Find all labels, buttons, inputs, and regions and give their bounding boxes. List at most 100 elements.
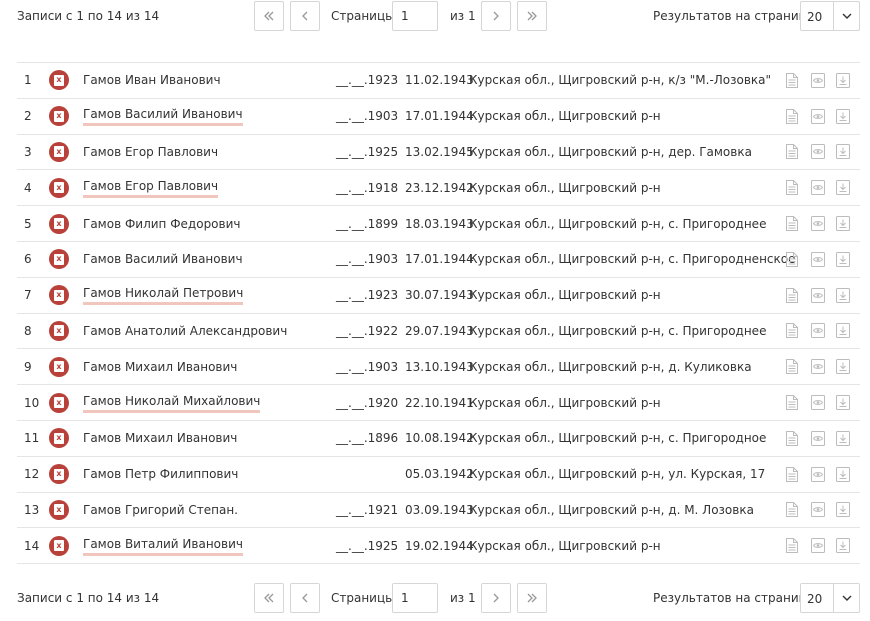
download-icon[interactable] — [834, 106, 852, 126]
download-icon[interactable] — [834, 70, 852, 90]
eye-icon[interactable] — [809, 106, 827, 126]
pager-bottom: Записи с 1 по 14 из 14 Страницы из 1 Рез… — [0, 583, 870, 615]
person-name-link[interactable]: Гамов Василий Иванович — [83, 106, 243, 127]
table-row: 4 x Гамов Егор Павлович __.__.1918 23.12.194… — [17, 170, 860, 207]
pages-label: Страницы — [331, 9, 395, 23]
person-name-link[interactable]: Гамов Егор Павлович — [83, 145, 218, 159]
person-name-link[interactable]: Гамов Иван Иванович — [83, 73, 221, 87]
death-date: 17.01.1944 — [405, 252, 474, 267]
per-page-select[interactable]: 20 — [800, 583, 860, 613]
person-name-link[interactable]: Гамов Виталий Иванович — [83, 536, 243, 556]
page-number-input[interactable] — [392, 583, 438, 613]
page-number-input[interactable] — [392, 1, 438, 31]
download-icon[interactable] — [834, 393, 852, 413]
death-date: 03.09.1943 — [405, 502, 474, 517]
records-count: Записи с 1 по 14 из 14 — [17, 9, 160, 23]
death-date: 18.03.1943 — [405, 216, 474, 231]
record-type-icon: x — [49, 320, 69, 341]
last-page-button[interactable] — [517, 583, 547, 613]
table-row: 1 x Гамов Иван Иванович __.__.1923 11.02.194… — [17, 63, 860, 99]
eye-icon[interactable] — [809, 249, 827, 269]
person-name-link[interactable]: Гамов Николай Петрович — [83, 285, 244, 306]
person-name-link[interactable]: Гамов Николай Михайлович — [83, 393, 261, 413]
document-icon[interactable] — [783, 178, 801, 198]
person-name-link[interactable]: Гамов Егор Павлович — [83, 178, 219, 198]
document-icon[interactable] — [783, 249, 801, 269]
download-icon[interactable] — [834, 500, 852, 520]
download-icon[interactable] — [834, 285, 852, 305]
document-icon[interactable] — [783, 500, 801, 520]
eye-icon[interactable] — [809, 536, 827, 556]
download-icon[interactable] — [834, 321, 852, 341]
record-type-icon: x — [49, 535, 69, 556]
per-page-value: 20 — [807, 10, 823, 24]
last-page-button[interactable] — [517, 1, 547, 31]
row-number: 9 — [24, 359, 32, 374]
death-date: 30.07.1943 — [405, 288, 474, 303]
chevron-left-icon — [302, 593, 308, 603]
document-icon[interactable] — [783, 321, 801, 341]
row-number: 3 — [24, 144, 32, 159]
person-name-link[interactable]: Гамов Анатолий Александрович — [83, 324, 287, 338]
eye-icon[interactable] — [809, 70, 827, 90]
person-name-link[interactable]: Гамов Петр Филиппович — [83, 467, 238, 481]
prev-page-button[interactable] — [290, 1, 320, 31]
chevron-right-icon — [493, 11, 499, 21]
document-icon[interactable] — [783, 428, 801, 448]
download-icon[interactable] — [834, 142, 852, 162]
death-date: 05.03.1942 — [405, 467, 474, 482]
per-page-label: Результатов на странице: — [653, 9, 819, 23]
person-name-link[interactable]: Гамов Филип Федорович — [83, 217, 240, 231]
eye-icon[interactable] — [809, 357, 827, 377]
document-icon[interactable] — [783, 70, 801, 90]
first-page-button[interactable] — [254, 583, 284, 613]
death-date: 19.02.1944 — [405, 538, 474, 553]
eye-icon[interactable] — [809, 142, 827, 162]
per-page-select[interactable]: 20 — [800, 1, 860, 31]
record-type-icon: x — [49, 70, 69, 91]
document-icon[interactable] — [783, 464, 801, 484]
burial-place: Курская обл., Щигровский р-н, ул. Курска… — [469, 467, 766, 482]
record-type-icon: x — [49, 213, 69, 234]
pages-label: Страницы — [331, 591, 395, 605]
table-row: 11 x Гамов Михаил Иванович __.__.1896 10.08.… — [17, 421, 860, 457]
download-icon[interactable] — [834, 357, 852, 377]
eye-icon[interactable] — [809, 428, 827, 448]
next-page-button[interactable] — [481, 583, 511, 613]
person-name-link[interactable]: Гамов Михаил Иванович — [83, 360, 237, 374]
prev-page-button[interactable] — [290, 583, 320, 613]
eye-icon[interactable] — [809, 178, 827, 198]
burial-place: Курская обл., Щигровский р-н, д. Куликов… — [469, 359, 752, 374]
document-icon[interactable] — [783, 393, 801, 413]
person-name-link[interactable]: Гамов Михаил Иванович — [83, 431, 237, 445]
eye-icon[interactable] — [809, 393, 827, 413]
download-icon[interactable] — [834, 214, 852, 234]
download-icon[interactable] — [834, 249, 852, 269]
document-icon[interactable] — [783, 214, 801, 234]
first-page-button[interactable] — [254, 1, 284, 31]
record-type-icon: x — [49, 428, 69, 449]
double-chevron-left-icon — [264, 593, 274, 603]
total-pages-label: из 1 — [450, 9, 476, 23]
download-icon[interactable] — [834, 428, 852, 448]
eye-icon[interactable] — [809, 321, 827, 341]
double-chevron-left-icon — [264, 11, 274, 21]
eye-icon[interactable] — [809, 214, 827, 234]
download-icon[interactable] — [834, 536, 852, 556]
download-icon[interactable] — [834, 178, 852, 198]
person-name-link[interactable]: Гамов Василий Иванович — [83, 252, 243, 266]
download-icon[interactable] — [834, 464, 852, 484]
person-name-link[interactable]: Гамов Григорий Степан. — [83, 503, 238, 517]
document-icon[interactable] — [783, 285, 801, 305]
document-icon[interactable] — [783, 536, 801, 556]
document-icon[interactable] — [783, 142, 801, 162]
table-row: 6 x Гамов Василий Иванович __.__.1903 17.01.… — [17, 242, 860, 278]
row-number: 14 — [24, 538, 40, 553]
eye-icon[interactable] — [809, 464, 827, 484]
document-icon[interactable] — [783, 106, 801, 126]
eye-icon[interactable] — [809, 285, 827, 305]
next-page-button[interactable] — [481, 1, 511, 31]
burial-place: Курская обл., Щигровский р-н, с. Пригоро… — [469, 431, 767, 446]
eye-icon[interactable] — [809, 500, 827, 520]
document-icon[interactable] — [783, 357, 801, 377]
